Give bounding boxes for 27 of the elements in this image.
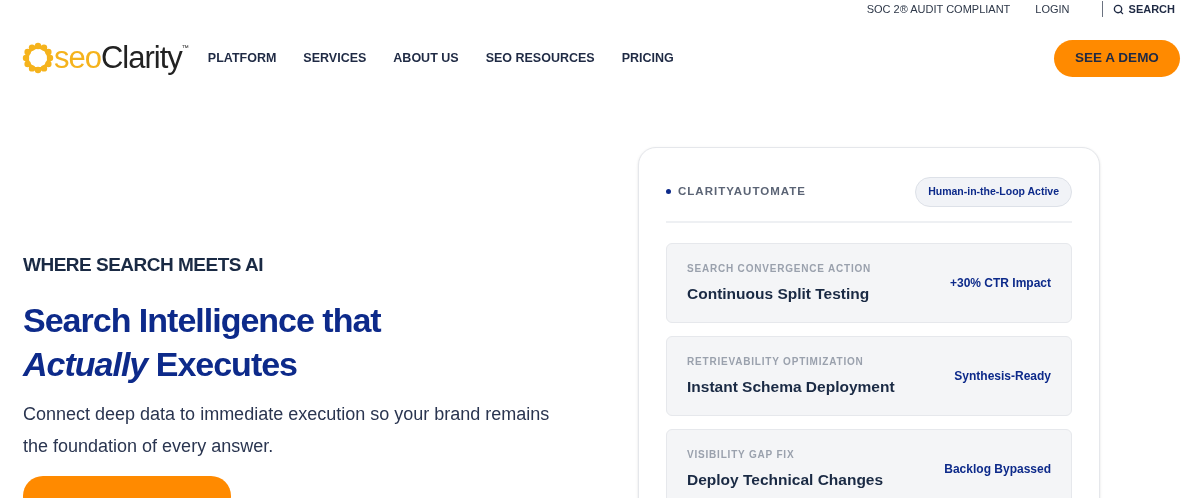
action-title: Instant Schema Deployment (687, 376, 895, 397)
hero-subtitle: Connect deep data to immediate execution so your brand remains the foundation of every answer. (23, 402, 551, 458)
eyebrow-text: WHERE SEARCH MEETS AI (23, 253, 265, 277)
nav-link[interactable]: SEO RESOURCES (485, 48, 595, 68)
nav-link[interactable]: SERVICES (303, 48, 367, 68)
action-category: SEARCH CONVERGENCE ACTION (687, 261, 872, 276)
action-category: RETRIEVABILITY OPTIMIZATION (687, 354, 865, 369)
action-result: +30% CTR Impact (949, 274, 1051, 292)
search-link[interactable]: SEARCH (1112, 0, 1175, 18)
top-link[interactable]: LOGIN (1035, 0, 1070, 18)
see-a-demo-button[interactable]: SEE A DEMO (1054, 39, 1180, 77)
action-title: Deploy Technical Changes (687, 469, 884, 490)
action-category: VISIBILITY GAP FIX (687, 447, 796, 462)
sun-logo-icon (22, 42, 54, 74)
nav-link[interactable]: PRICING (621, 48, 674, 68)
status-badge: Human-in-the-Loop Active (915, 177, 1072, 207)
action-result: Backlog Bypassed (944, 460, 1051, 478)
action-result: Synthesis-Ready (954, 367, 1051, 385)
hero-heading: Search Intelligence that Actually Executes (23, 299, 383, 385)
nav-link[interactable]: ABOUT US (393, 48, 459, 68)
search-icon (1112, 3, 1124, 15)
top-link[interactable]: SOC 2® AUDIT COMPLIANT (866, 0, 1011, 18)
logo[interactable]: seoClarity$^{™}$ (22, 36, 190, 80)
action-title: Continuous Split Testing (687, 283, 871, 304)
logo-text: seoClarity$^{™}$ (54, 39, 190, 77)
nav-link[interactable]: PLATFORM (207, 48, 277, 68)
panel-title: CLARITYAUTOMATE (678, 184, 806, 200)
